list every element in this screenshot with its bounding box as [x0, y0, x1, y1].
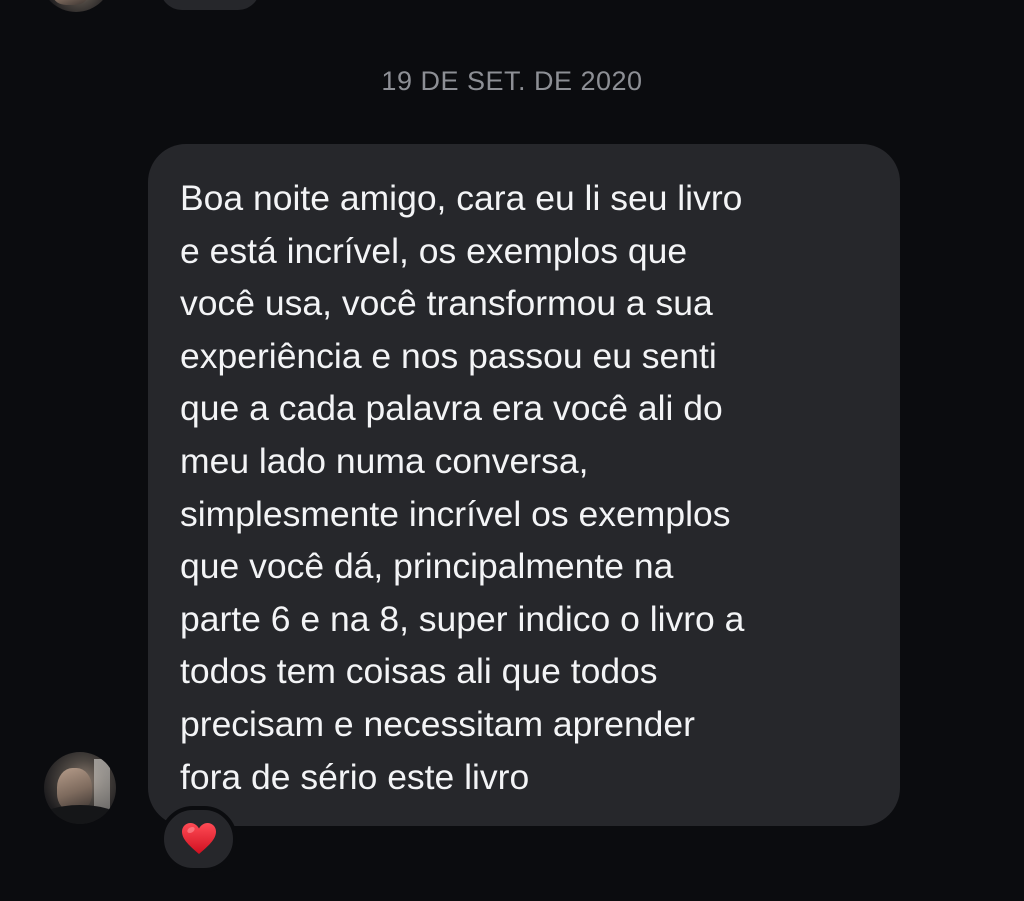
date-separator: 19 DE SET. DE 2020: [381, 66, 643, 96]
avatar-previous[interactable]: [40, 0, 112, 12]
avatar-background-light: [94, 759, 111, 810]
reaction-badge[interactable]: [160, 806, 237, 872]
previous-message-bubble[interactable]: [160, 0, 260, 10]
heart-icon: [181, 823, 216, 854]
avatar-shoulder: [44, 804, 116, 824]
avatar-face: [52, 0, 88, 5]
message-bubble[interactable]: Boa noite amigo, cara eu li seu livro e …: [148, 144, 900, 826]
sender-avatar[interactable]: [44, 752, 116, 824]
